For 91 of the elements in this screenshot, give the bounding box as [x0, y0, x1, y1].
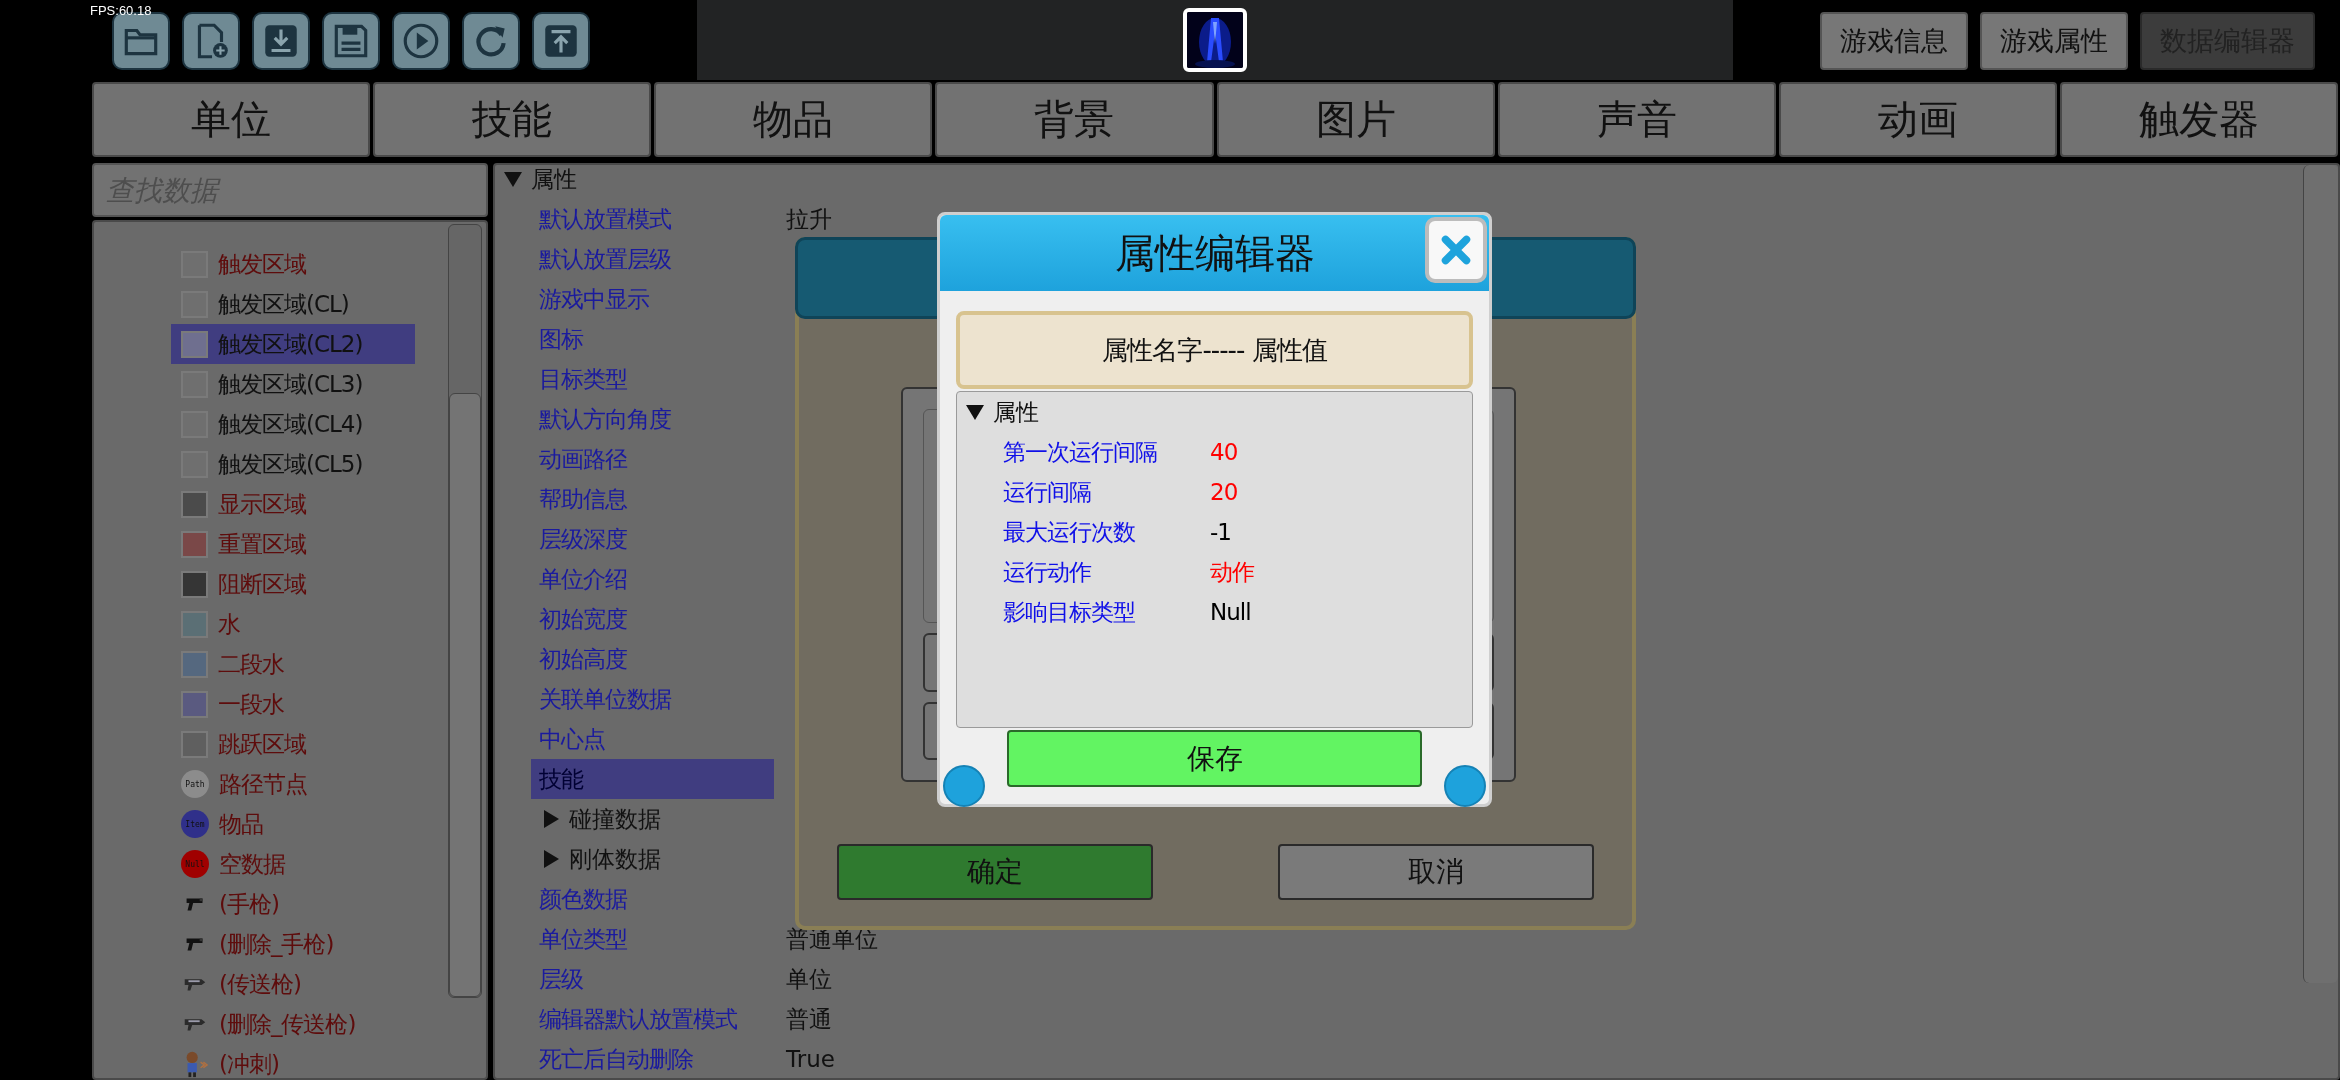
property-name[interactable]: 运行动作 [1003, 556, 1210, 588]
data-list-item[interactable]: Item 物品 [171, 804, 415, 844]
resize-handle[interactable] [1444, 765, 1486, 807]
group-header[interactable]: 属性 [531, 163, 577, 195]
upload-icon[interactable] [532, 12, 590, 70]
header-button[interactable]: 游戏属性 [1980, 12, 2128, 70]
fps-counter: FPS:60.18 [90, 3, 152, 18]
data-list-item[interactable]: 触发区域(CL4) [171, 404, 415, 444]
property-name[interactable]: 层级深度 [531, 519, 627, 559]
property-name[interactable]: 最大运行次数 [1003, 516, 1210, 548]
data-list-item[interactable]: 触发区域(CL3) [171, 364, 415, 404]
header-button[interactable]: 游戏信息 [1820, 12, 1968, 70]
badge-icon: Null [181, 850, 209, 878]
property-name[interactable]: 运行间隔 [1003, 476, 1210, 508]
dialog-title: 属性编辑器 [1114, 228, 1315, 278]
category-tab[interactable]: 声音 [1497, 82, 1776, 157]
property-name[interactable]: 目标类型 [531, 359, 627, 399]
property-name[interactable]: 层级 [531, 959, 583, 999]
property-name[interactable]: 默认方向角度 [531, 399, 671, 439]
property-value: 20 [1210, 479, 1238, 505]
property-value: -1 [1210, 519, 1231, 545]
data-list-item[interactable]: (删除_手枪) [171, 924, 415, 964]
property-name[interactable]: 第一次运行间隔 [1003, 436, 1210, 468]
save-icon[interactable] [322, 12, 380, 70]
property-name[interactable]: 影响目标类型 [1003, 596, 1210, 628]
download-icon[interactable] [252, 12, 310, 70]
property-value: 普通 [786, 1005, 832, 1033]
property-name[interactable]: 颜色数据 [531, 879, 627, 919]
property-name[interactable]: 帮助信息 [531, 479, 627, 519]
header-text: 属性名字----- 属性值 [1102, 333, 1327, 367]
property-name[interactable]: 中心点 [531, 719, 605, 759]
save-button[interactable]: 保存 [1007, 730, 1422, 787]
data-list-item[interactable]: 触发区域(CL2) [171, 324, 415, 364]
property-name[interactable]: 动画路径 [531, 439, 627, 479]
property-name[interactable]: 关联单位数据 [531, 679, 671, 719]
badge-icon: Path [181, 770, 209, 798]
scrollbar-thumb[interactable] [449, 393, 481, 997]
category-tab[interactable]: 技能 [373, 82, 652, 157]
data-list-item[interactable]: 触发区域(CL5) [171, 444, 415, 484]
refresh-icon[interactable] [462, 12, 520, 70]
data-list-item[interactable]: (删除_传送枪) [171, 1004, 415, 1044]
data-list-item[interactable]: Null 空数据 [171, 844, 415, 884]
property-name[interactable]: 初始宽度 [531, 599, 627, 639]
property-name[interactable]: 单位类型 [531, 919, 627, 959]
property-name[interactable]: 单位介绍 [531, 559, 627, 599]
data-list-item[interactable]: 阻断区域 [171, 564, 415, 604]
group-header[interactable]: 属性 [993, 396, 1039, 428]
property-name[interactable]: 默认放置模式 [531, 199, 671, 239]
scrollbar-thumb[interactable] [2303, 165, 2338, 983]
group-header[interactable]: 刚体数据 [569, 843, 661, 875]
category-tab[interactable]: 单位 [92, 82, 371, 157]
data-list-item[interactable]: 二段水 [171, 644, 415, 684]
thumbnail-frame[interactable] [1183, 8, 1247, 72]
property-name[interactable]: 编辑器默认放置模式 [531, 999, 737, 1039]
group-header[interactable]: 碰撞数据 [569, 803, 661, 835]
close-button[interactable] [1425, 217, 1487, 283]
category-tab[interactable]: 图片 [1216, 82, 1495, 157]
data-list-item[interactable]: 水 [171, 604, 415, 644]
property-value: 动作 [1210, 557, 1254, 587]
new-file-icon[interactable] [182, 12, 240, 70]
property-name[interactable]: 游戏中显示 [531, 279, 649, 319]
data-list-item[interactable]: (手枪) [171, 884, 415, 924]
property-name[interactable]: 技能 [531, 759, 774, 799]
property-value: 拉升 [786, 205, 832, 233]
data-list-item[interactable]: 一段水 [171, 684, 415, 724]
data-list-item[interactable]: (冲刺) [171, 1044, 415, 1078]
resize-handle[interactable] [943, 765, 985, 807]
property-value: Null [1210, 599, 1251, 625]
badge-icon: Item [181, 810, 209, 838]
category-tab[interactable]: 物品 [654, 82, 933, 157]
property-name[interactable]: 死亡后自动删除 [531, 1039, 693, 1079]
property-value: True [786, 1045, 835, 1073]
category-tab[interactable]: 触发器 [2059, 82, 2338, 157]
property-value: 单位 [786, 965, 832, 993]
category-tab[interactable]: 动画 [1778, 82, 2057, 157]
data-list-item[interactable]: 触发区域 [171, 244, 415, 284]
play-icon[interactable] [392, 12, 450, 70]
property-value: 40 [1210, 439, 1238, 465]
data-list-item[interactable]: 重置区域 [171, 524, 415, 564]
category-tab[interactable]: 背景 [935, 82, 1214, 157]
dialog-button[interactable]: 确定 [837, 844, 1153, 900]
data-list-item[interactable]: Path 路径节点 [171, 764, 415, 804]
caret-icon[interactable] [965, 402, 985, 422]
dialog-button[interactable]: 取消 [1278, 844, 1594, 900]
data-list-item[interactable]: 触发区域(CL) [171, 284, 415, 324]
data-list-item[interactable]: 跳跃区域 [171, 724, 415, 764]
data-list-item[interactable]: 显示区域 [171, 484, 415, 524]
property-name[interactable]: 默认放置层级 [531, 239, 671, 279]
property-name[interactable]: 图标 [531, 319, 583, 359]
property-name[interactable]: 初始高度 [531, 639, 627, 679]
data-list-item[interactable]: (传送枪) [171, 964, 415, 1004]
